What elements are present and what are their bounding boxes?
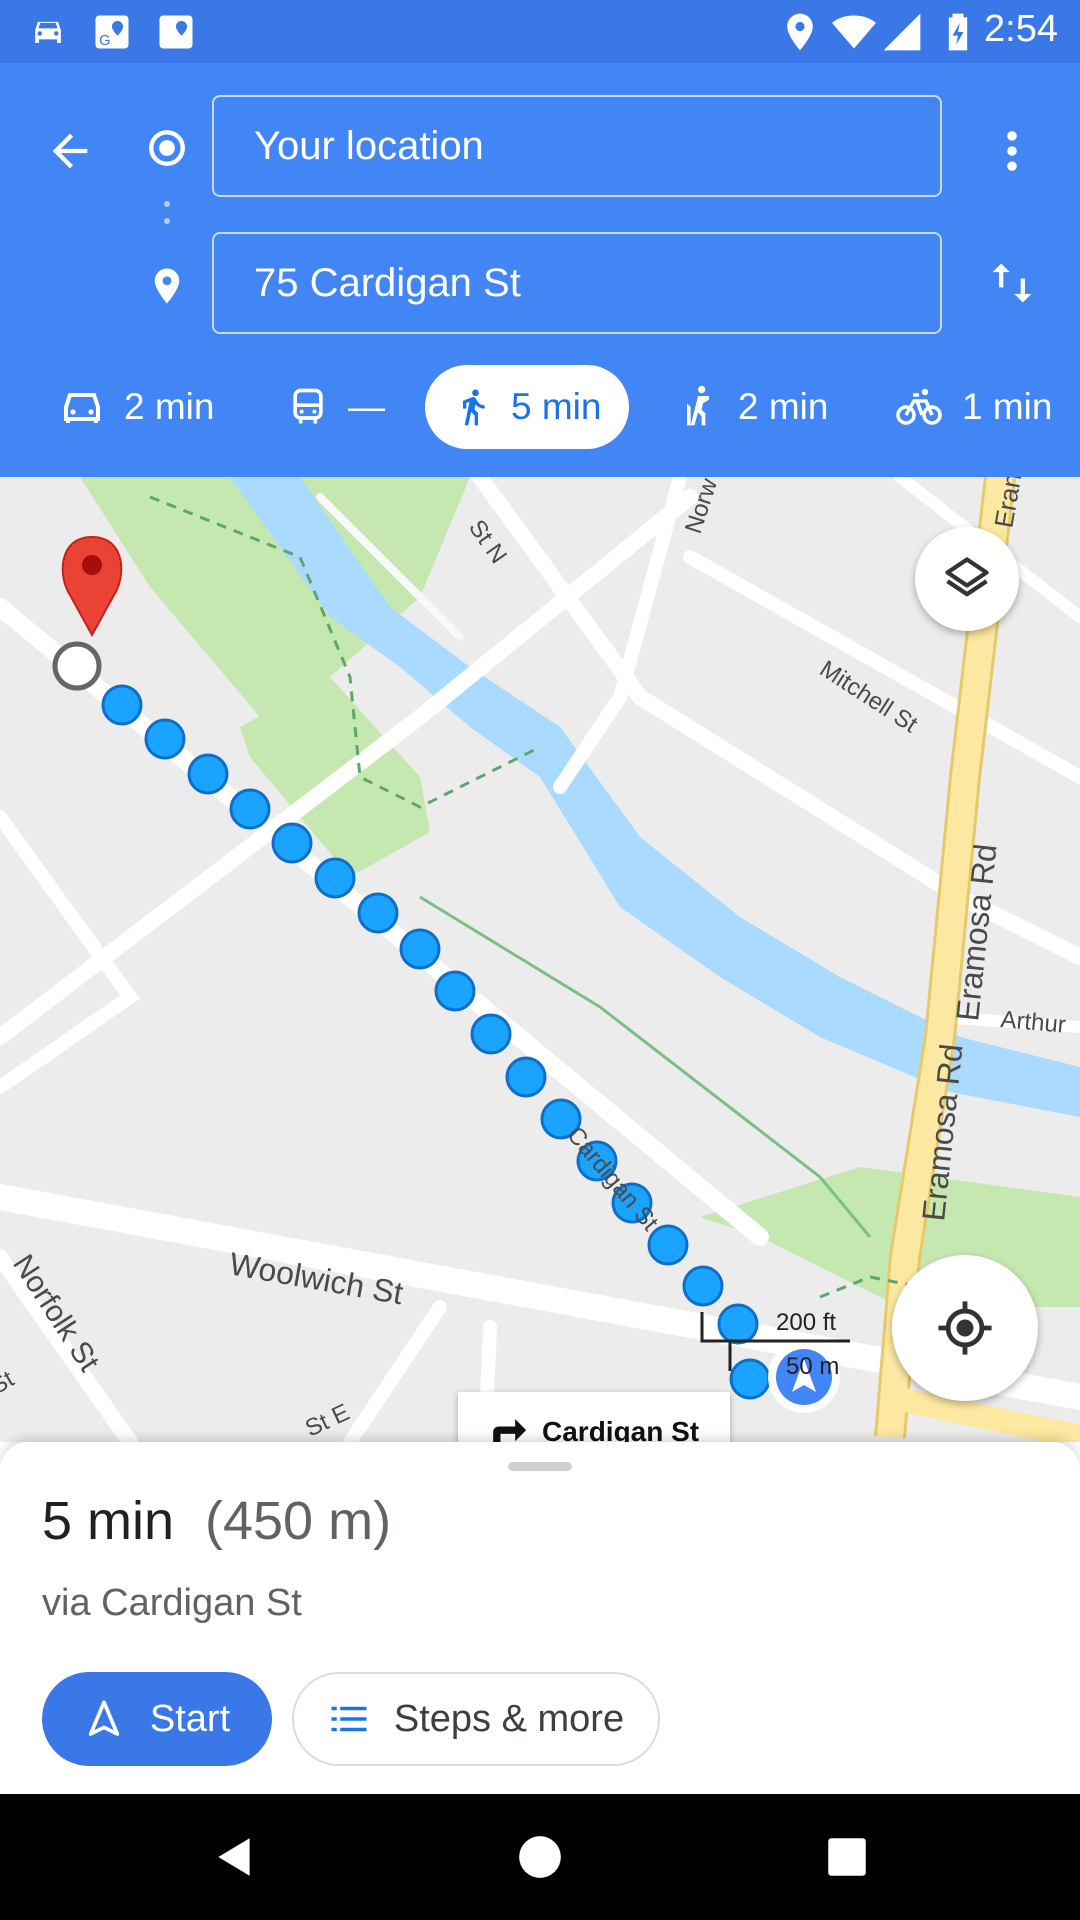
start-button[interactable]: Start <box>42 1672 272 1766</box>
steps-more-label: Steps & more <box>393 1697 625 1740</box>
directions-header: Your location 75 Cardigan St 2 min — 5 m… <box>0 63 1080 477</box>
tab-walk[interactable]: 5 min <box>425 365 630 449</box>
svg-text:G: G <box>99 33 110 49</box>
destination-pin-icon <box>154 268 180 304</box>
clock: 2:54 <box>984 8 1058 50</box>
bus-icon <box>293 388 323 424</box>
route-start-marker <box>52 641 102 691</box>
more-options-icon[interactable] <box>986 125 1038 177</box>
tab-bike[interactable]: 1 min <box>894 365 1052 449</box>
scale-imperial: 200 ft <box>776 1309 836 1336</box>
turn-right-icon <box>493 1419 527 1442</box>
street-label-norfolk: Norfolk St <box>6 1249 106 1378</box>
start-button-label: Start <box>149 1697 231 1740</box>
home-nav-icon[interactable] <box>515 1832 565 1882</box>
street-label-mitchell: Mitchell St <box>815 655 923 738</box>
back-nav-icon[interactable] <box>210 1832 260 1882</box>
location-icon <box>787 13 813 51</box>
maps-icon <box>159 15 193 49</box>
turn-hint-street: Cardigan St <box>542 1416 700 1442</box>
back-arrow-icon[interactable] <box>44 125 96 177</box>
turn-hint-card: Cardigan St <box>458 1392 730 1442</box>
list-icon <box>331 1706 367 1732</box>
route-connector-dot <box>164 201 170 207</box>
street-label-st: St <box>0 1365 19 1400</box>
tab-rideshare-label: 2 min <box>738 386 829 427</box>
tab-walk-label: 5 min <box>511 386 602 427</box>
battery-charging-icon <box>948 13 968 51</box>
layers-button[interactable] <box>915 527 1019 631</box>
map-view[interactable]: St N Norw Eran Mitchell St Eramosa Rd Er… <box>0 477 1080 1442</box>
signal-icon <box>883 13 921 51</box>
my-location-button[interactable] <box>892 1255 1038 1401</box>
route-via: via Cardigan St <box>42 1582 302 1624</box>
scale-metric: 50 m <box>786 1353 839 1380</box>
sheet-handle[interactable] <box>508 1462 572 1471</box>
origin-dot-icon <box>149 130 185 166</box>
walk-icon <box>463 389 485 426</box>
tab-bike-label: 1 min <box>962 386 1053 427</box>
navigation-arrow-icon <box>88 1700 120 1736</box>
tab-rideshare[interactable]: 2 min <box>676 365 828 449</box>
status-bar: G 2:54 <box>0 0 1080 63</box>
layers-icon <box>945 557 989 597</box>
system-nav-bar <box>0 1794 1080 1920</box>
origin-field[interactable]: Your location <box>212 95 942 197</box>
destination-field[interactable]: 75 Cardigan St <box>212 232 942 334</box>
recents-nav-icon[interactable] <box>822 1832 872 1882</box>
street-label-arthur: Arthur <box>999 1006 1066 1039</box>
destination-pin-icon[interactable] <box>61 535 123 638</box>
car-icon <box>35 21 61 43</box>
tab-drive-label: 2 min <box>124 386 215 427</box>
crosshair-icon <box>938 1301 992 1355</box>
street-label-norw: Norw <box>680 477 723 537</box>
steps-more-button[interactable]: Steps & more <box>292 1672 660 1766</box>
tab-drive[interactable]: 2 min <box>58 365 214 449</box>
bike-icon <box>896 388 942 425</box>
tab-transit-label: — <box>348 386 385 427</box>
route-distance: (450 m) <box>205 1491 392 1551</box>
route-connector-dot <box>164 218 170 224</box>
route-duration: 5 min <box>42 1491 175 1551</box>
swap-icon[interactable] <box>986 257 1038 309</box>
walking-route <box>101 684 771 1400</box>
tab-transit[interactable]: — <box>286 365 385 449</box>
car-icon <box>64 393 100 423</box>
street-label-st-e: St E <box>301 1399 354 1442</box>
wifi-icon <box>832 15 876 49</box>
maps-icon: G <box>95 15 129 49</box>
ride-icon <box>687 385 709 426</box>
route-summary-sheet: 5 min (450 m) via Cardigan St Start Step… <box>0 1442 1080 1794</box>
